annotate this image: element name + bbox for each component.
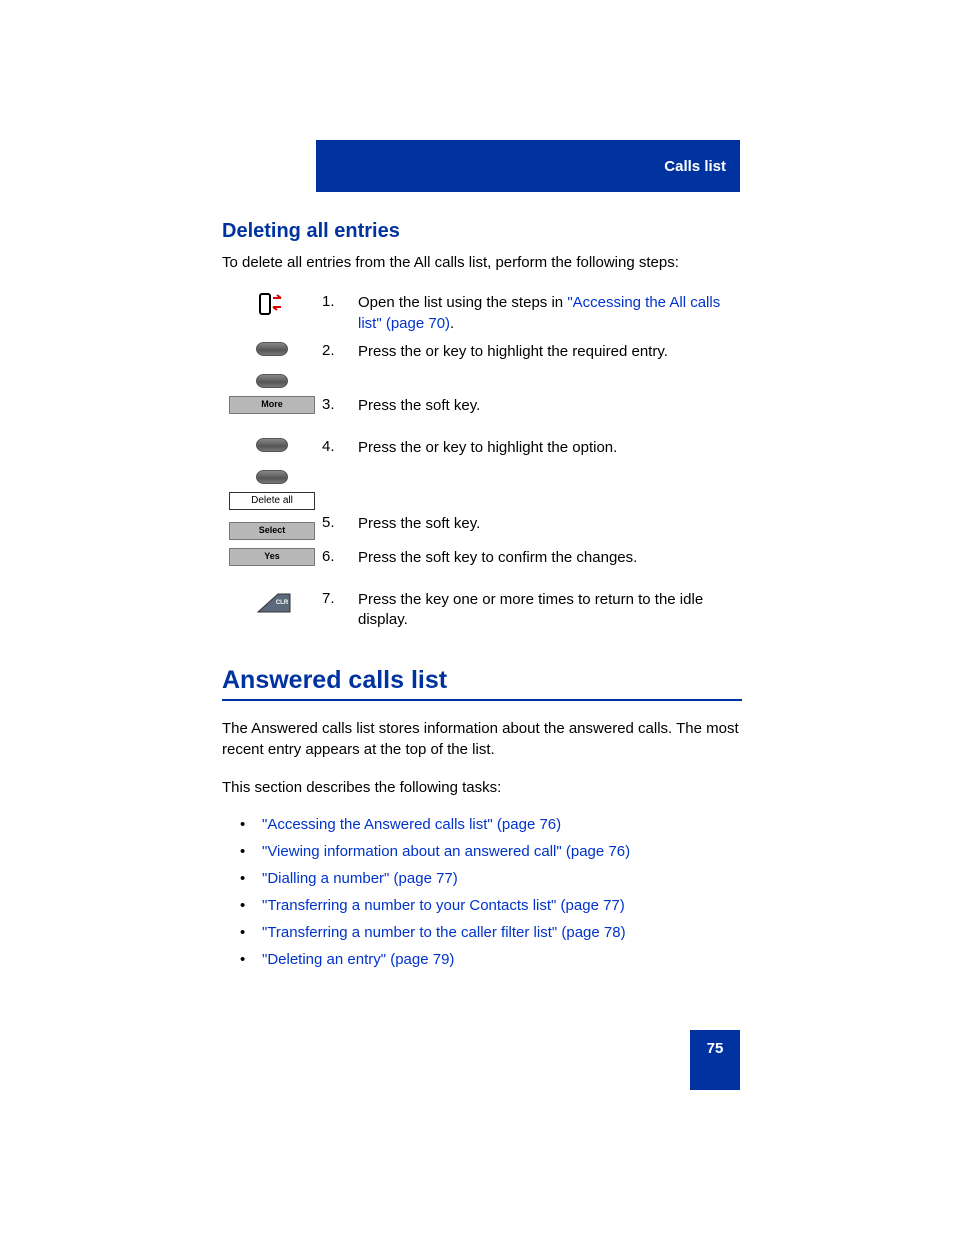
- list-item: "Transferring a number to the caller fil…: [240, 924, 742, 941]
- down-key-icon: [256, 374, 288, 388]
- more-softkey-icon: More: [229, 396, 315, 414]
- up-key-icon: [256, 438, 288, 452]
- step-number: 5.: [322, 490, 358, 531]
- clr-key-icon: CLR: [222, 588, 322, 614]
- link-accessing-answered[interactable]: "Accessing the Answered calls list" (pag…: [262, 816, 561, 833]
- softkey-icon: Delete all Select: [222, 490, 322, 540]
- step-row: More 3. Press the soft key.: [222, 394, 742, 430]
- link-transfer-filter[interactable]: "Transferring a number to the caller fil…: [262, 924, 626, 941]
- step-text: Press the or key to highlight the requir…: [358, 340, 742, 362]
- link-viewing-info[interactable]: "Viewing information about an answered c…: [262, 843, 630, 860]
- softkey-icon: More: [222, 394, 322, 414]
- task-link-list: "Accessing the Answered calls list" (pag…: [240, 816, 742, 968]
- list-item: "Deleting an entry" (page 79): [240, 951, 742, 968]
- step-text: Press the key one or more times to retur…: [358, 588, 742, 631]
- step-text: Press the or key to highlight the option…: [358, 436, 742, 458]
- step-number: 6.: [322, 546, 358, 565]
- step-number: 4.: [322, 436, 358, 455]
- list-item: "Dialling a number" (page 77): [240, 870, 742, 887]
- page-number-box: 75: [690, 1030, 740, 1090]
- calls-list-icon: [222, 291, 322, 315]
- softkey-icon: Yes: [222, 546, 322, 566]
- up-key-icon: [256, 342, 288, 356]
- document-page: Calls list Deleting all entries To delet…: [0, 0, 954, 1235]
- delete-all-option-icon: Delete all: [229, 492, 315, 510]
- step-number: 2.: [322, 340, 358, 359]
- page-number: 75: [707, 1040, 724, 1057]
- list-item: "Accessing the Answered calls list" (pag…: [240, 816, 742, 833]
- step-text: Press the soft key to confirm the change…: [358, 546, 742, 568]
- step-number: 1.: [322, 291, 358, 310]
- step-text: Press the soft key.: [358, 394, 742, 416]
- step-number: 3.: [322, 394, 358, 413]
- link-dialling[interactable]: "Dialling a number" (page 77): [262, 870, 458, 887]
- section-heading-answered: Answered calls list: [222, 666, 742, 701]
- nav-keys-icon: [222, 436, 322, 484]
- svg-text:CLR: CLR: [276, 600, 289, 606]
- step-row: 2. Press the or key to highlight the req…: [222, 340, 742, 388]
- step-row: 1. Open the list using the steps in "Acc…: [222, 291, 742, 334]
- header-bar: Calls list: [316, 140, 740, 192]
- para-1: The Answered calls list stores informati…: [222, 719, 742, 760]
- step-row: 4. Press the or key to highlight the opt…: [222, 436, 742, 484]
- main-content: Deleting all entries To delete all entri…: [222, 220, 742, 978]
- select-softkey-icon: Select: [229, 522, 315, 540]
- down-key-icon: [256, 470, 288, 484]
- step-row: Delete all Select 5. Press the soft key.: [222, 490, 742, 540]
- intro-text: To delete all entries from the All calls…: [222, 253, 742, 273]
- list-item: "Viewing information about an answered c…: [240, 843, 742, 860]
- nav-keys-icon: [222, 340, 322, 388]
- yes-softkey-icon: Yes: [229, 548, 315, 566]
- step-row: CLR 7. Press the key one or more times t…: [222, 588, 742, 631]
- list-item: "Transferring a number to your Contacts …: [240, 897, 742, 914]
- subheading-deleting: Deleting all entries: [222, 220, 742, 243]
- link-transfer-contacts[interactable]: "Transferring a number to your Contacts …: [262, 897, 625, 914]
- step-text: Press the soft key.: [358, 490, 742, 534]
- para-2: This section describes the following tas…: [222, 778, 742, 798]
- header-title: Calls list: [664, 158, 726, 175]
- step-number: 7.: [322, 588, 358, 607]
- link-deleting-entry[interactable]: "Deleting an entry" (page 79): [262, 951, 454, 968]
- step-row: Yes 6. Press the soft key to confirm the…: [222, 546, 742, 582]
- step-text: Open the list using the steps in "Access…: [358, 291, 742, 334]
